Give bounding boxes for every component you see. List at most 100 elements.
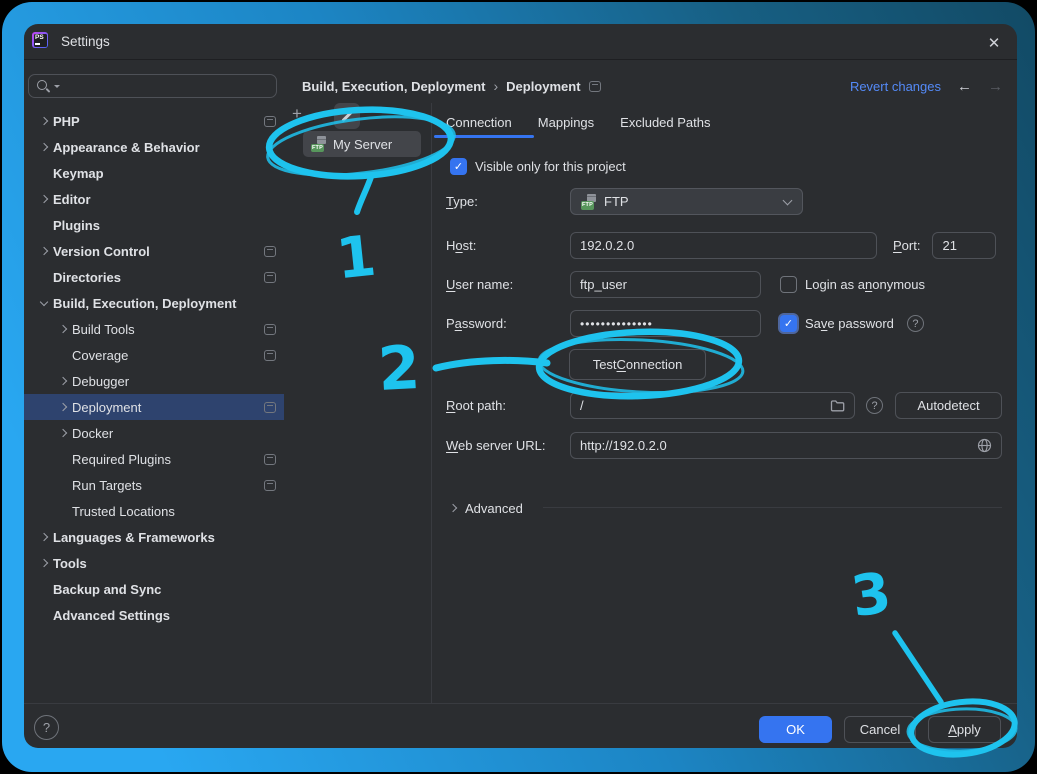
folder-icon[interactable] xyxy=(830,399,845,413)
save-password-label: Save password xyxy=(805,316,894,331)
sidebar-item-advanced-settings[interactable]: Advanced Settings xyxy=(24,602,284,628)
autodetect-button[interactable]: Autodetect xyxy=(895,392,1002,419)
sidebar-item-debugger[interactable]: Debugger xyxy=(24,368,284,394)
forward-arrow-icon: → xyxy=(988,78,1003,95)
tree-item-label: Required Plugins xyxy=(72,452,171,467)
tree-chevron-icon[interactable] xyxy=(37,296,52,311)
sidebar-item-plugins[interactable]: Plugins xyxy=(24,212,284,238)
sidebar-item-php[interactable]: PHP xyxy=(24,108,284,134)
tree-chevron-icon[interactable] xyxy=(37,218,52,233)
tree-chevron-icon[interactable] xyxy=(56,452,71,467)
tree-chevron-icon[interactable] xyxy=(37,140,52,155)
project-level-icon xyxy=(264,454,276,465)
password-label: Password: xyxy=(446,316,570,331)
add-server-button[interactable]: + xyxy=(288,105,306,123)
tree-chevron-icon[interactable] xyxy=(37,530,52,545)
sidebar-item-run-targets[interactable]: Run Targets xyxy=(24,472,284,498)
close-icon[interactable]: ✕ xyxy=(983,32,1005,54)
tree-chevron-icon[interactable] xyxy=(56,426,71,441)
sidebar-item-keymap[interactable]: Keymap xyxy=(24,160,284,186)
host-input[interactable]: 192.0.2.0 xyxy=(570,232,877,259)
tree-chevron-icon[interactable] xyxy=(37,270,52,285)
tree-chevron-icon[interactable] xyxy=(56,374,71,389)
tree-chevron-icon[interactable] xyxy=(37,244,52,259)
tree-item-label: Languages & Frameworks xyxy=(53,530,215,545)
web-server-url-input[interactable]: http://192.0.2.0 xyxy=(570,432,1002,459)
sidebar-item-deployment[interactable]: Deployment xyxy=(24,394,284,420)
tree-chevron-icon[interactable] xyxy=(37,582,52,597)
tab-mappings[interactable]: Mappings xyxy=(538,115,594,130)
server-list-item-my-server[interactable]: FTP My Server xyxy=(303,131,421,157)
apply-button[interactable]: Apply xyxy=(928,716,1001,743)
user-name-input[interactable]: ftp_user xyxy=(570,271,761,298)
sidebar-item-version-control[interactable]: Version Control xyxy=(24,238,284,264)
tab-connection[interactable]: Connection xyxy=(446,115,512,130)
tree-chevron-icon[interactable] xyxy=(56,348,71,363)
sidebar-item-directories[interactable]: Directories xyxy=(24,264,284,290)
sidebar-item-trusted-locations[interactable]: Trusted Locations xyxy=(24,498,284,524)
root-path-value: / xyxy=(580,398,830,413)
root-path-input[interactable]: / xyxy=(570,392,855,419)
sidebar-item-docker[interactable]: Docker xyxy=(24,420,284,446)
project-level-icon xyxy=(589,81,601,92)
ftp-server-icon: FTP xyxy=(311,136,327,152)
tree-chevron-icon[interactable] xyxy=(56,400,71,415)
sidebar-item-editor[interactable]: Editor xyxy=(24,186,284,212)
tree-chevron-icon[interactable] xyxy=(37,608,52,623)
tab-excluded-paths[interactable]: Excluded Paths xyxy=(620,115,710,130)
visible-only-checkbox[interactable]: ✓ xyxy=(450,158,467,175)
deployment-tabs: Connection Mappings Excluded Paths xyxy=(446,109,711,135)
revert-changes-link[interactable]: Revert changes xyxy=(850,79,941,94)
ok-button[interactable]: OK xyxy=(759,716,832,743)
settings-search-input[interactable] xyxy=(28,74,277,98)
tree-chevron-icon[interactable] xyxy=(37,114,52,129)
host-value: 192.0.2.0 xyxy=(580,238,634,253)
password-row: Password: •••••••••••••• ✓ Save password… xyxy=(446,310,924,337)
edit-server-button[interactable] xyxy=(334,103,360,129)
tree-item-label: Build, Execution, Deployment xyxy=(53,296,236,311)
type-dropdown[interactable]: FTP FTP xyxy=(570,188,803,215)
tree-chevron-icon[interactable] xyxy=(56,504,71,519)
ftp-type-icon: FTP xyxy=(581,194,597,210)
web-server-url-value: http://192.0.2.0 xyxy=(580,438,977,453)
remove-server-button[interactable]: − xyxy=(311,105,329,123)
globe-icon[interactable] xyxy=(977,438,992,453)
sidebar-item-tools[interactable]: Tools xyxy=(24,550,284,576)
sidebar-item-build-execution-deployment[interactable]: Build, Execution, Deployment xyxy=(24,290,284,316)
tree-chevron-icon[interactable] xyxy=(37,556,52,571)
sidebar-item-backup-and-sync[interactable]: Backup and Sync xyxy=(24,576,284,602)
sidebar-item-build-tools[interactable]: Build Tools xyxy=(24,316,284,342)
sidebar-item-appearance-behavior[interactable]: Appearance & Behavior xyxy=(24,134,284,160)
sidebar-item-coverage[interactable]: Coverage xyxy=(24,342,284,368)
help-button[interactable]: ? xyxy=(34,715,59,740)
tree-item-label: Docker xyxy=(72,426,113,441)
back-arrow-icon[interactable]: ← xyxy=(957,78,972,95)
test-connection-button[interactable]: Test Connection xyxy=(569,349,706,380)
titlebar: PS Settings ✕ xyxy=(24,24,1017,60)
root-path-help-icon[interactable]: ? xyxy=(866,397,883,414)
tree-item-label: Deployment xyxy=(72,400,141,415)
password-masked-value: •••••••••••••• xyxy=(580,317,653,331)
password-input[interactable]: •••••••••••••• xyxy=(570,310,761,337)
web-server-url-row: Web server URL: http://192.0.2.0 xyxy=(446,432,1002,459)
login-anonymous-checkbox[interactable] xyxy=(780,276,797,293)
save-password-checkbox[interactable]: ✓ xyxy=(780,315,797,332)
user-name-label: User name: xyxy=(446,277,570,292)
chevron-down-icon xyxy=(783,196,793,206)
cancel-button[interactable]: Cancel xyxy=(844,716,916,743)
breadcrumb-current[interactable]: Deployment xyxy=(506,79,580,94)
breadcrumb-root[interactable]: Build, Execution, Deployment xyxy=(302,79,485,94)
sidebar-item-required-plugins[interactable]: Required Plugins xyxy=(24,446,284,472)
root-path-label: Root path: xyxy=(446,398,570,413)
tree-chevron-icon[interactable] xyxy=(37,166,52,181)
advanced-section-toggle[interactable]: Advanced xyxy=(446,496,523,520)
save-password-help-icon[interactable]: ? xyxy=(907,315,924,332)
tree-chevron-icon[interactable] xyxy=(56,322,71,337)
sidebar-item-languages-frameworks[interactable]: Languages & Frameworks xyxy=(24,524,284,550)
port-input[interactable]: 21 xyxy=(932,232,996,259)
project-level-icon xyxy=(264,402,276,413)
project-level-icon xyxy=(264,272,276,283)
tree-chevron-icon[interactable] xyxy=(56,478,71,493)
tree-chevron-icon[interactable] xyxy=(37,192,52,207)
search-icon xyxy=(37,80,50,93)
